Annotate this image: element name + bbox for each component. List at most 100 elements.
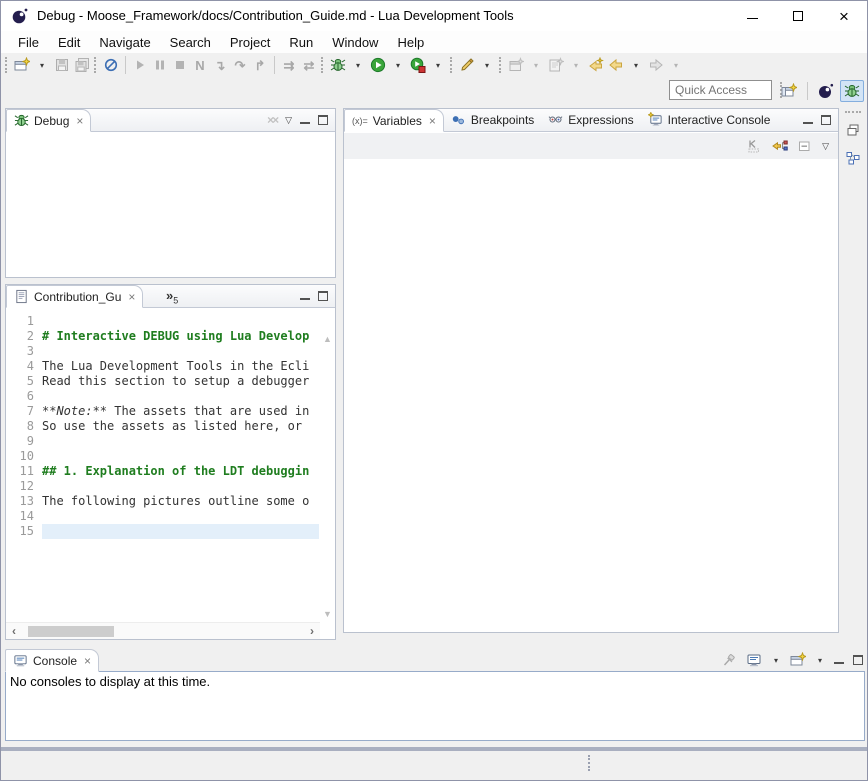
editor-horizontal-scrollbar[interactable]: ‹ ›	[6, 622, 320, 639]
show-logical-structure-button[interactable]	[747, 138, 763, 154]
run-dropdown[interactable]: ▾	[388, 54, 408, 76]
menu-item[interactable]: Run	[280, 33, 323, 52]
tab-breakpoints[interactable]: Breakpoints	[444, 108, 541, 131]
menu-item[interactable]: Edit	[49, 33, 90, 52]
last-edit-location-button[interactable]	[586, 54, 606, 76]
minimize-view-button[interactable]	[803, 117, 813, 124]
debug-view-content[interactable]	[6, 133, 335, 277]
new-project-wizard-dropdown[interactable]: ▾	[566, 54, 586, 76]
save-all-button[interactable]	[72, 54, 92, 76]
tab-close-icon[interactable]: ×	[76, 115, 83, 127]
external-tools-button[interactable]	[457, 54, 477, 76]
editor-line[interactable]: 5Read this section to setup a debugger	[6, 374, 319, 389]
editor-line[interactable]: 12	[6, 479, 319, 494]
open-console-dropdown[interactable]: ▾	[815, 656, 825, 665]
minimize-view-button[interactable]	[834, 657, 844, 664]
editor-line[interactable]: 8So use the assets as listed here, or	[6, 419, 319, 434]
new-file-wizard-button[interactable]	[506, 54, 526, 76]
menu-item[interactable]: Window	[323, 33, 388, 52]
step-return-button[interactable]: ↱	[250, 54, 270, 76]
new-project-wizard-button[interactable]	[546, 54, 566, 76]
toolbar-drag-handle[interactable]	[450, 57, 453, 73]
editor-line[interactable]: 3	[6, 344, 319, 359]
quick-access-input[interactable]	[669, 80, 772, 100]
trim-drag-handle[interactable]	[845, 111, 861, 114]
new-file-wizard-dropdown[interactable]: ▾	[526, 54, 546, 76]
scroll-left-icon[interactable]: ‹	[12, 624, 16, 638]
lua-perspective-button[interactable]	[814, 80, 838, 102]
tab-expressions[interactable]: Expressions	[541, 108, 640, 131]
editor-line[interactable]: 13The following pictures outline some o	[6, 494, 319, 509]
editor-content[interactable]: 1 2# Interactive DEBUG using Lua Develop…	[6, 309, 335, 639]
scroll-up-icon[interactable]: ▲	[323, 335, 332, 344]
run-failed-button[interactable]	[408, 54, 428, 76]
restore-view-button[interactable]	[843, 120, 863, 140]
editor-line[interactable]: 10	[6, 449, 319, 464]
terminate-button[interactable]	[170, 54, 190, 76]
open-console-button[interactable]	[790, 652, 806, 668]
variables-view-content[interactable]	[344, 159, 838, 632]
editor-line[interactable]: 4The Lua Development Tools in the Ecli	[6, 359, 319, 374]
window-minimize-button[interactable]	[729, 1, 775, 31]
window-close-button[interactable]: ×	[821, 1, 867, 31]
open-perspective-button[interactable]	[777, 80, 801, 102]
scroll-right-icon[interactable]: ›	[310, 624, 314, 638]
editor-line[interactable]: 6	[6, 389, 319, 404]
tab-interactive-console[interactable]: Interactive Console	[641, 108, 778, 131]
view-menu-button[interactable]: ▽	[285, 116, 292, 125]
use-step-filters-button[interactable]: ⇉	[279, 54, 299, 76]
scrollbar-thumb[interactable]	[28, 626, 114, 637]
tab-close-icon[interactable]: ×	[128, 291, 135, 303]
minimize-view-button[interactable]	[300, 293, 310, 300]
forward-history-dropdown[interactable]: ▾	[666, 54, 686, 76]
tab-variables[interactable]: (x)= Variables ×	[344, 109, 444, 132]
minimize-view-button[interactable]	[300, 117, 310, 124]
back-history-button[interactable]	[606, 54, 626, 76]
resume-button[interactable]	[130, 54, 150, 76]
save-button[interactable]	[52, 54, 72, 76]
run-failed-dropdown[interactable]: ▾	[428, 54, 448, 76]
maximize-view-button[interactable]	[821, 115, 831, 125]
editor-line[interactable]: 11## 1. Explanation of the LDT debuggin	[6, 464, 319, 479]
menu-item[interactable]: Project	[221, 33, 280, 52]
tab-close-icon[interactable]: ×	[84, 655, 91, 667]
toolbar-drag-handle[interactable]	[321, 57, 324, 73]
run-button[interactable]	[368, 54, 388, 76]
toolbar-drag-handle[interactable]	[499, 57, 502, 73]
toolbar-drag-handle[interactable]	[5, 57, 8, 73]
new-wizard-dropdown[interactable]: ▾	[32, 54, 52, 76]
more-editors-chevron[interactable]: »5	[166, 288, 178, 306]
tab-contribution-guide[interactable]: Contribution_Gu ×	[6, 285, 143, 308]
view-menu-button[interactable]: ▽	[822, 142, 829, 151]
debug-button[interactable]	[328, 54, 348, 76]
editor-line[interactable]: 14	[6, 509, 319, 524]
menu-item[interactable]: Navigate	[90, 33, 160, 52]
editor-line[interactable]: 7**Note:** The assets that are used in	[6, 404, 319, 419]
tab-close-icon[interactable]: ×	[429, 115, 436, 127]
skip-all-breakpoints-button[interactable]	[101, 54, 121, 76]
editor-line[interactable]: 9	[6, 434, 319, 449]
code-area[interactable]: 1 2# Interactive DEBUG using Lua Develop…	[6, 314, 319, 539]
disconnect-button[interactable]: N	[190, 54, 210, 76]
tab-debug[interactable]: Debug ×	[6, 109, 91, 132]
menu-item[interactable]: Search	[161, 33, 221, 52]
menu-item[interactable]: File	[9, 33, 49, 52]
remove-all-terminated-button[interactable]: ××	[267, 113, 277, 127]
maximize-view-button[interactable]	[318, 115, 328, 125]
step-over-button[interactable]: ↷	[230, 54, 250, 76]
step-into-button[interactable]: ↴	[210, 54, 230, 76]
suspend-button[interactable]	[150, 54, 170, 76]
display-selected-console-button[interactable]	[746, 652, 762, 668]
forward-history-button[interactable]	[646, 54, 666, 76]
collapse-all-button[interactable]	[797, 138, 813, 154]
toolbar-drag-handle[interactable]	[94, 57, 97, 73]
back-history-dropdown[interactable]: ▾	[626, 54, 646, 76]
editor-line[interactable]: 1	[6, 314, 319, 329]
scroll-down-icon[interactable]: ▼	[323, 610, 332, 619]
pin-console-button[interactable]	[721, 652, 737, 668]
editor-line[interactable]: 15	[6, 524, 319, 539]
menu-item[interactable]: Help	[388, 33, 434, 52]
debug-perspective-button[interactable]	[840, 80, 864, 102]
editor-line[interactable]: 2# Interactive DEBUG using Lua Develop	[6, 329, 319, 344]
link-with-debug-button[interactable]	[772, 138, 788, 154]
